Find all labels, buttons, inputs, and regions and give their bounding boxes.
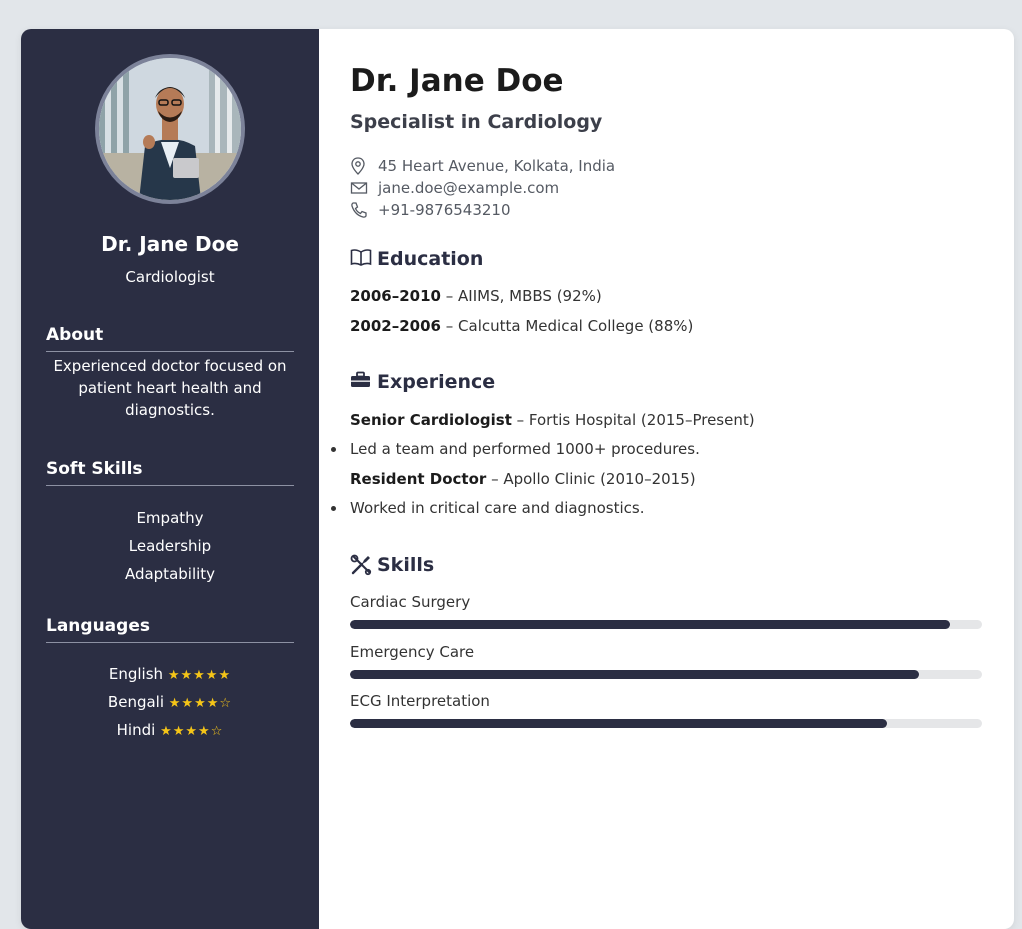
experience-role: Resident Doctor [350, 470, 487, 488]
star-rating: ★★★★★ [167, 668, 232, 683]
language-name: English [108, 665, 164, 683]
language-name: Hindi [116, 721, 156, 739]
experience-bullet: Led a team and performed 1000+ procedure… [331, 440, 700, 458]
experience-heading-text: Experience [377, 371, 496, 393]
phone-text: +91-9876543210 [378, 201, 511, 219]
skills-heading-text: Skills [377, 554, 435, 576]
sidebar: Dr. Jane Doe Cardiologist About Experien… [21, 29, 319, 929]
language-name: Bengali [107, 693, 164, 711]
sidebar-title: Cardiologist [125, 268, 215, 286]
contact-email: jane.doe@example.com [350, 179, 559, 197]
skill-progress-fill [350, 620, 951, 629]
experience-bullet-text: Worked in critical care and diagnostics. [350, 499, 645, 517]
education-years: 2002–2006 [350, 317, 441, 335]
sidebar-name: Dr. Jane Doe [101, 232, 239, 256]
education-detail: – AIIMS, MBBS (92%) [441, 287, 602, 305]
main-content: Dr. Jane Doe Specialist in Cardiology 45… [319, 29, 1014, 929]
star-rating: ★★★★☆ [168, 696, 233, 711]
briefcase-icon [350, 371, 372, 393]
skill-name: Emergency Care [350, 643, 475, 661]
skill-progress-bar [350, 670, 982, 679]
experience-bullet-text: Led a team and performed 1000+ procedure… [350, 440, 700, 458]
book-icon [350, 248, 372, 270]
education-years: 2006–2010 [350, 287, 441, 305]
phone-icon [350, 201, 368, 219]
tools-icon [350, 554, 372, 576]
soft-skill-item: Leadership [128, 537, 212, 555]
page-title: Dr. Jane Doe [350, 63, 564, 99]
contact-phone: +91-9876543210 [350, 201, 511, 219]
experience-heading: Experience [350, 371, 495, 393]
experience-bullet: Worked in critical care and diagnostics. [331, 499, 645, 517]
address-text: 45 Heart Avenue, Kolkata, India [378, 157, 616, 175]
soft-skill-item: Empathy [136, 509, 204, 527]
skill-progress-bar [350, 620, 982, 629]
education-item: 2006–2010 – AIIMS, MBBS (92%) [350, 287, 602, 305]
languages-section: Languages English ★★★★★ Bengali ★★★★☆ Hi… [46, 616, 294, 744]
language-item: Bengali ★★★★☆ [46, 688, 294, 716]
experience-detail: – Fortis Hospital (2015–Present) [511, 411, 755, 429]
skill-name: ECG Interpretation [350, 692, 490, 710]
skill-progress-fill [350, 670, 919, 679]
languages-heading: Languages [46, 616, 294, 643]
contact-address: 45 Heart Avenue, Kolkata, India [350, 157, 615, 175]
experience-item: Senior Cardiologist – Fortis Hospital (2… [350, 411, 755, 429]
soft-skills-section: Soft Skills Empathy Leadership Adaptabil… [46, 459, 294, 588]
page-subtitle: Specialist in Cardiology [350, 111, 603, 133]
about-section: About Experienced doctor focused on pati… [46, 325, 294, 421]
email-link[interactable]: jane.doe@example.com [378, 179, 559, 197]
language-item: English ★★★★★ [46, 660, 294, 688]
education-detail: – Calcutta Medical College (88%) [441, 317, 694, 335]
star-rating: ★★★★☆ [160, 724, 224, 739]
about-heading: About [46, 325, 294, 352]
envelope-icon [350, 179, 368, 197]
location-pin-icon [350, 157, 368, 175]
skill-progress-fill [350, 719, 888, 728]
language-item: Hindi ★★★★☆ [46, 716, 294, 744]
experience-role: Senior Cardiologist [350, 411, 512, 429]
resume-card: Dr. Jane Doe Cardiologist About Experien… [21, 29, 1014, 929]
education-heading: Education [350, 248, 483, 270]
skill-progress-bar [350, 719, 982, 728]
soft-skill-item: Adaptability [124, 565, 216, 583]
soft-skills-heading: Soft Skills [46, 459, 294, 486]
experience-detail: – Apollo Clinic (2010–2015) [486, 470, 696, 488]
skill-name: Cardiac Surgery [350, 593, 471, 611]
education-item: 2002–2006 – Calcutta Medical College (88… [350, 317, 693, 335]
about-text: Experienced doctor focused on patient he… [53, 357, 287, 419]
experience-item: Resident Doctor – Apollo Clinic (2010–20… [350, 470, 696, 488]
avatar [95, 54, 245, 204]
skills-heading: Skills [350, 554, 434, 576]
education-heading-text: Education [377, 248, 484, 270]
